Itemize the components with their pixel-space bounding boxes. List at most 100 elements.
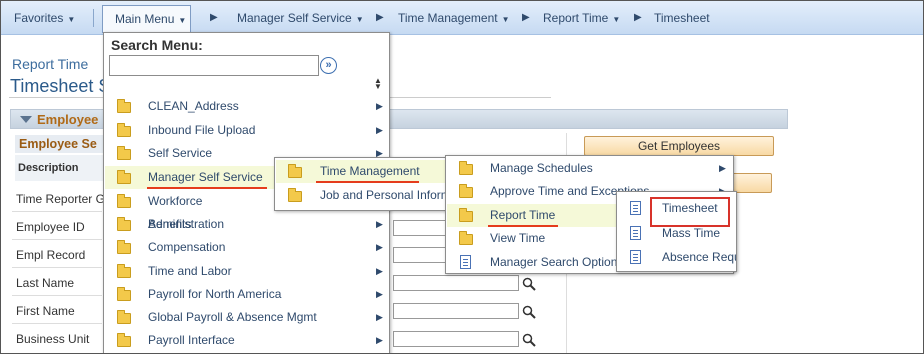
menu-item-view-time[interactable]: View Time [447,227,617,250]
chevron-right-icon: ▶ [376,242,383,252]
row-label-time-reporter-group: Time Reporter G [16,192,105,206]
search-menu-input[interactable] [109,55,319,76]
folder-icon [117,287,131,301]
top-nav-bar: Favorites ▼ Main Menu ▼ ▶ Manager Self Ser… [1,1,923,35]
breadcrumb-time-management[interactable]: Time Management ▼ [398,1,510,35]
row-label-employee-id: Employee ID [16,220,85,234]
menu-item-job-and-personal-information[interactable]: Job and Personal Information [276,184,445,207]
row-divider [12,295,102,296]
search-menu-label: Search Menu: [111,37,203,53]
menu-item-label: Benefits [148,217,192,231]
chevron-down-icon: ▼ [355,15,364,24]
breadcrumb-timesheet[interactable]: Timesheet [654,1,710,35]
nav-divider [93,9,94,27]
menu-item-global-payroll[interactable]: Global Payroll & Absence Mgmt ▶ [105,306,389,329]
field-input[interactable] [393,303,519,319]
menu-item-label: Payroll Interface [148,333,235,347]
chevron-right-icon: ▶ [376,266,383,276]
folder-icon [288,164,302,178]
menu-item-label: Payroll for North America [148,287,282,301]
folder-icon [117,333,131,347]
folder-icon [288,188,302,202]
employee-selection-heading: Employee Se [15,135,105,153]
document-icon [460,255,471,269]
menu-item-workforce-administration[interactable]: Workforce Administration [105,190,275,231]
menu-item-label: Compensation [148,240,226,254]
employee-group-label: Employee [37,112,99,127]
document-icon [630,226,641,240]
folder-icon [459,161,473,175]
menu-item-manage-schedules[interactable]: Manage Schedules ▶ [447,157,733,180]
chevron-down-icon: ▼ [612,15,621,24]
breadcrumb-manager-self-service[interactable]: Manager Self Service ▼ [237,1,364,35]
get-employees-button[interactable]: Get Employees [584,136,774,156]
lookup-magnifier-icon[interactable] [522,277,536,291]
row-label-empl-record: Empl Record [16,248,86,262]
folder-icon [117,146,131,160]
row-divider [12,323,102,324]
menu-item-inbound-file-upload[interactable]: Inbound File Upload ▶ [105,119,389,142]
scroll-up-down-icon[interactable]: ▲ ▼ [374,77,382,91]
menu-item-time-and-labor[interactable]: Time and Labor ▶ [105,260,389,283]
menu-item-report-time[interactable]: Report Time [447,204,617,227]
folder-icon [117,240,131,254]
annotation-highlight-box [650,197,730,227]
chevron-down-icon: ▼ [67,15,76,24]
chevron-right-icon: ▶ [376,289,383,299]
chevron-right-icon: ▶ [376,312,383,322]
menu-item-label: Manager Self Service [148,170,263,184]
menu-item-manager-self-service[interactable]: Manager Self Service [105,166,275,189]
row-label-first-name: First Name [16,304,75,318]
folder-icon [117,99,131,113]
menu-item-clean-address[interactable]: CLEAN_Address ▶ [105,95,389,118]
breadcrumb-separator-icon: ▶ [634,12,642,23]
favorites-menu[interactable]: Favorites ▼ [14,1,75,35]
folder-icon [117,194,131,208]
folder-icon [459,208,473,222]
menu-item-label: Self Service [148,146,213,160]
annotation-underline [147,187,267,189]
secondary-button[interactable] [730,173,772,193]
menu-item-label: Global Payroll & Absence Mgmt [148,310,317,324]
menu-item-label: Report Time [490,208,556,222]
menu-item-benefits[interactable]: Benefits ▶ [105,213,389,236]
document-icon [630,250,641,264]
menu-item-label: Manage Schedules [490,161,593,175]
collapse-triangle-icon[interactable] [20,116,32,123]
document-icon [630,201,641,215]
lookup-magnifier-icon[interactable] [522,305,536,319]
chevron-right-icon: ▶ [376,335,383,345]
lookup-magnifier-icon[interactable] [522,333,536,347]
menu-item-label: Manager Search Options [490,255,617,269]
row-divider [12,211,102,212]
menu-item-label: Job and Personal Information [320,188,445,202]
app-window: Favorites ▼ Main Menu ▼ ▶ Manager Self Ser… [0,0,924,354]
menu-item-payroll-interface[interactable]: Payroll Interface ▶ [105,329,389,352]
menu-item-manager-search-options[interactable]: Manager Search Options [447,251,617,274]
chevron-right-icon: ▶ [376,101,383,111]
folder-icon [117,217,131,231]
main-menu-label: Main Menu [115,12,175,26]
menu-item-label: View Time [490,231,546,245]
folder-icon [117,264,131,278]
menu-item-label: Absence Request [662,250,736,264]
row-label-last-name: Last Name [16,276,75,290]
breadcrumb-report-time[interactable]: Report Time ▼ [543,1,620,35]
menu-item-label: Time and Labor [148,264,232,278]
favorites-label: Favorites [14,11,64,25]
breadcrumb-separator-icon: ▶ [522,12,530,23]
menu-item-label: CLEAN_Address [148,99,239,113]
menu-item-absence-request[interactable]: Absence Request [618,246,736,269]
chevron-down-icon: ▼ [178,16,187,25]
field-input[interactable] [393,331,519,347]
menu-item-compensation[interactable]: Compensation ▶ [105,236,389,259]
chevron-right-icon: ▶ [376,219,383,229]
main-menu-button[interactable]: Main Menu ▼ [102,5,191,33]
folder-icon [459,231,473,245]
field-input[interactable] [393,275,519,291]
search-go-icon[interactable]: » [320,57,337,74]
menu-item-payroll-for-north-america[interactable]: Payroll for North America ▶ [105,283,389,306]
breadcrumb-separator-icon: ▶ [210,12,218,23]
menu-item-time-management[interactable]: Time Management [276,160,445,183]
breadcrumb-label: Manager Self Service [237,11,352,25]
